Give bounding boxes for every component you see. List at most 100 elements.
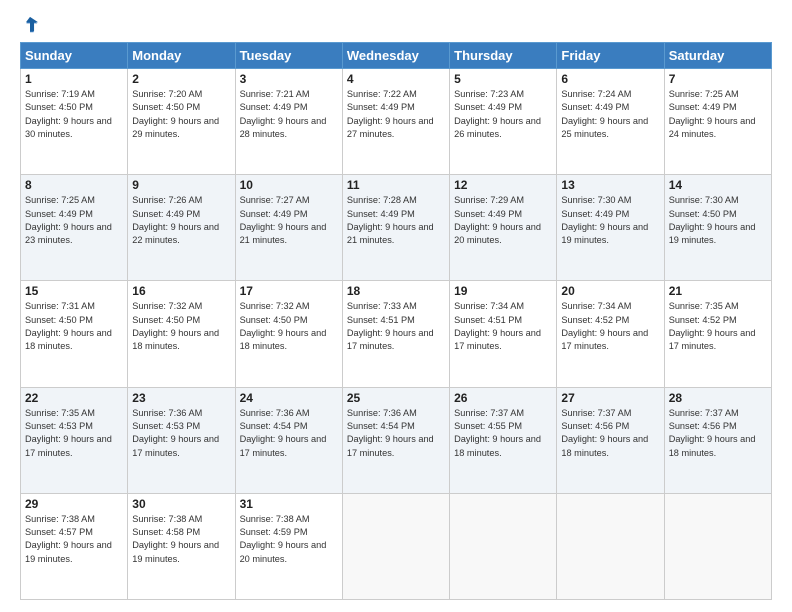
sunrise-label: Sunrise: 7:19 AM (25, 89, 95, 99)
day-number: 21 (669, 284, 767, 298)
calendar-cell: 29 Sunrise: 7:38 AM Sunset: 4:57 PM Dayl… (21, 493, 128, 599)
day-number: 11 (347, 178, 445, 192)
calendar-cell: 12 Sunrise: 7:29 AM Sunset: 4:49 PM Dayl… (450, 175, 557, 281)
day-info: Sunrise: 7:26 AM Sunset: 4:49 PM Dayligh… (132, 194, 230, 247)
day-info: Sunrise: 7:20 AM Sunset: 4:50 PM Dayligh… (132, 88, 230, 141)
day-number: 10 (240, 178, 338, 192)
calendar-cell: 11 Sunrise: 7:28 AM Sunset: 4:49 PM Dayl… (342, 175, 449, 281)
sunrise-label: Sunrise: 7:32 AM (240, 301, 310, 311)
calendar-cell: 14 Sunrise: 7:30 AM Sunset: 4:50 PM Dayl… (664, 175, 771, 281)
day-info: Sunrise: 7:32 AM Sunset: 4:50 PM Dayligh… (240, 300, 338, 353)
daylight-label: Daylight: 9 hours and 17 minutes. (561, 328, 648, 351)
calendar-cell: 5 Sunrise: 7:23 AM Sunset: 4:49 PM Dayli… (450, 69, 557, 175)
sunrise-label: Sunrise: 7:33 AM (347, 301, 417, 311)
day-info: Sunrise: 7:35 AM Sunset: 4:53 PM Dayligh… (25, 407, 123, 460)
calendar-cell: 7 Sunrise: 7:25 AM Sunset: 4:49 PM Dayli… (664, 69, 771, 175)
daylight-label: Daylight: 9 hours and 23 minutes. (25, 222, 112, 245)
day-number: 26 (454, 391, 552, 405)
day-info: Sunrise: 7:29 AM Sunset: 4:49 PM Dayligh… (454, 194, 552, 247)
calendar-cell: 21 Sunrise: 7:35 AM Sunset: 4:52 PM Dayl… (664, 281, 771, 387)
daylight-label: Daylight: 9 hours and 28 minutes. (240, 116, 327, 139)
day-info: Sunrise: 7:25 AM Sunset: 4:49 PM Dayligh… (669, 88, 767, 141)
daylight-label: Daylight: 9 hours and 30 minutes. (25, 116, 112, 139)
sunrise-label: Sunrise: 7:23 AM (454, 89, 524, 99)
day-info: Sunrise: 7:34 AM Sunset: 4:52 PM Dayligh… (561, 300, 659, 353)
sunset-label: Sunset: 4:56 PM (561, 421, 629, 431)
calendar-week-row: 1 Sunrise: 7:19 AM Sunset: 4:50 PM Dayli… (21, 69, 772, 175)
sunset-label: Sunset: 4:53 PM (132, 421, 200, 431)
calendar-cell: 17 Sunrise: 7:32 AM Sunset: 4:50 PM Dayl… (235, 281, 342, 387)
logo (20, 18, 39, 34)
daylight-label: Daylight: 9 hours and 25 minutes. (561, 116, 648, 139)
day-info: Sunrise: 7:27 AM Sunset: 4:49 PM Dayligh… (240, 194, 338, 247)
calendar-table: SundayMondayTuesdayWednesdayThursdayFrid… (20, 42, 772, 600)
daylight-label: Daylight: 9 hours and 18 minutes. (240, 328, 327, 351)
sunrise-label: Sunrise: 7:26 AM (132, 195, 202, 205)
daylight-label: Daylight: 9 hours and 26 minutes. (454, 116, 541, 139)
day-number: 8 (25, 178, 123, 192)
day-info: Sunrise: 7:38 AM Sunset: 4:58 PM Dayligh… (132, 513, 230, 566)
day-number: 30 (132, 497, 230, 511)
calendar-cell: 30 Sunrise: 7:38 AM Sunset: 4:58 PM Dayl… (128, 493, 235, 599)
day-info: Sunrise: 7:37 AM Sunset: 4:56 PM Dayligh… (669, 407, 767, 460)
sunrise-label: Sunrise: 7:31 AM (25, 301, 95, 311)
daylight-label: Daylight: 9 hours and 17 minutes. (454, 328, 541, 351)
sunrise-label: Sunrise: 7:36 AM (240, 408, 310, 418)
sunrise-label: Sunrise: 7:32 AM (132, 301, 202, 311)
daylight-label: Daylight: 9 hours and 18 minutes. (669, 434, 756, 457)
day-info: Sunrise: 7:37 AM Sunset: 4:55 PM Dayligh… (454, 407, 552, 460)
sunrise-label: Sunrise: 7:38 AM (240, 514, 310, 524)
day-number: 7 (669, 72, 767, 86)
daylight-label: Daylight: 9 hours and 19 minutes. (25, 540, 112, 563)
sunrise-label: Sunrise: 7:37 AM (561, 408, 631, 418)
sunset-label: Sunset: 4:49 PM (132, 209, 200, 219)
sunrise-label: Sunrise: 7:35 AM (669, 301, 739, 311)
daylight-label: Daylight: 9 hours and 19 minutes. (561, 222, 648, 245)
sunset-label: Sunset: 4:54 PM (240, 421, 308, 431)
day-number: 3 (240, 72, 338, 86)
day-info: Sunrise: 7:25 AM Sunset: 4:49 PM Dayligh… (25, 194, 123, 247)
calendar-cell (450, 493, 557, 599)
day-info: Sunrise: 7:36 AM Sunset: 4:54 PM Dayligh… (240, 407, 338, 460)
calendar-cell: 9 Sunrise: 7:26 AM Sunset: 4:49 PM Dayli… (128, 175, 235, 281)
day-info: Sunrise: 7:24 AM Sunset: 4:49 PM Dayligh… (561, 88, 659, 141)
sunrise-label: Sunrise: 7:28 AM (347, 195, 417, 205)
calendar-cell: 4 Sunrise: 7:22 AM Sunset: 4:49 PM Dayli… (342, 69, 449, 175)
day-number: 16 (132, 284, 230, 298)
calendar-cell: 26 Sunrise: 7:37 AM Sunset: 4:55 PM Dayl… (450, 387, 557, 493)
page: SundayMondayTuesdayWednesdayThursdayFrid… (0, 0, 792, 612)
daylight-label: Daylight: 9 hours and 21 minutes. (240, 222, 327, 245)
calendar-week-row: 15 Sunrise: 7:31 AM Sunset: 4:50 PM Dayl… (21, 281, 772, 387)
day-info: Sunrise: 7:23 AM Sunset: 4:49 PM Dayligh… (454, 88, 552, 141)
calendar-header-friday: Friday (557, 43, 664, 69)
calendar-cell (557, 493, 664, 599)
sunrise-label: Sunrise: 7:20 AM (132, 89, 202, 99)
sunrise-label: Sunrise: 7:36 AM (347, 408, 417, 418)
sunset-label: Sunset: 4:49 PM (454, 209, 522, 219)
day-info: Sunrise: 7:37 AM Sunset: 4:56 PM Dayligh… (561, 407, 659, 460)
day-info: Sunrise: 7:31 AM Sunset: 4:50 PM Dayligh… (25, 300, 123, 353)
calendar-cell: 1 Sunrise: 7:19 AM Sunset: 4:50 PM Dayli… (21, 69, 128, 175)
sunrise-label: Sunrise: 7:27 AM (240, 195, 310, 205)
daylight-label: Daylight: 9 hours and 24 minutes. (669, 116, 756, 139)
calendar-week-row: 8 Sunrise: 7:25 AM Sunset: 4:49 PM Dayli… (21, 175, 772, 281)
sunset-label: Sunset: 4:50 PM (240, 315, 308, 325)
daylight-label: Daylight: 9 hours and 19 minutes. (132, 540, 219, 563)
logo-flag-icon (21, 16, 39, 34)
calendar-cell: 23 Sunrise: 7:36 AM Sunset: 4:53 PM Dayl… (128, 387, 235, 493)
calendar-cell: 20 Sunrise: 7:34 AM Sunset: 4:52 PM Dayl… (557, 281, 664, 387)
daylight-label: Daylight: 9 hours and 18 minutes. (132, 328, 219, 351)
day-number: 2 (132, 72, 230, 86)
daylight-label: Daylight: 9 hours and 29 minutes. (132, 116, 219, 139)
calendar-cell: 16 Sunrise: 7:32 AM Sunset: 4:50 PM Dayl… (128, 281, 235, 387)
sunrise-label: Sunrise: 7:24 AM (561, 89, 631, 99)
calendar-cell: 31 Sunrise: 7:38 AM Sunset: 4:59 PM Dayl… (235, 493, 342, 599)
sunrise-label: Sunrise: 7:37 AM (454, 408, 524, 418)
sunset-label: Sunset: 4:50 PM (132, 315, 200, 325)
sunrise-label: Sunrise: 7:37 AM (669, 408, 739, 418)
calendar-cell: 22 Sunrise: 7:35 AM Sunset: 4:53 PM Dayl… (21, 387, 128, 493)
daylight-label: Daylight: 9 hours and 17 minutes. (240, 434, 327, 457)
sunset-label: Sunset: 4:59 PM (240, 527, 308, 537)
calendar-cell: 27 Sunrise: 7:37 AM Sunset: 4:56 PM Dayl… (557, 387, 664, 493)
day-number: 17 (240, 284, 338, 298)
